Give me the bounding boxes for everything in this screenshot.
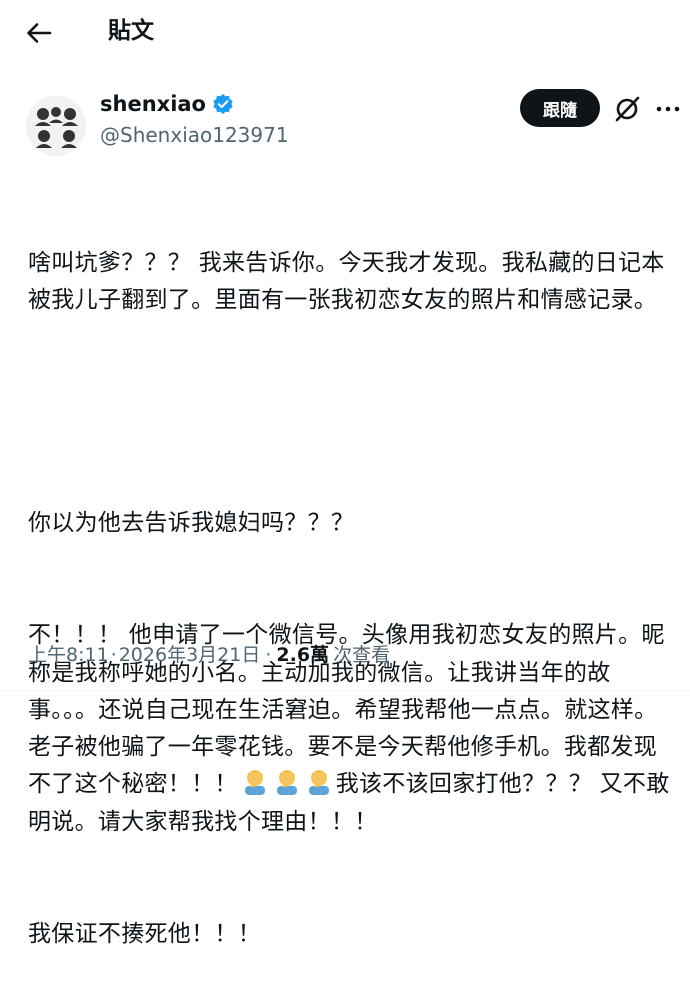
facepalm-icon [276,770,297,796]
views-count[interactable]: 2.6萬 [276,640,329,670]
post-time[interactable]: 上午8:11 [28,640,109,670]
meta-separator: · [110,644,117,666]
avatar[interactable] [26,96,86,156]
post-paragraph: 啥叫坑爹？？？ 我来告诉你。今天我才发现。我私藏的日记本被我儿子翻到了。里面有一… [28,249,665,313]
more-horizontal-icon [656,106,680,112]
verified-badge-icon [213,94,233,114]
grok-button[interactable] [611,93,643,125]
follow-button[interactable]: 跟隨 [520,89,600,127]
post-meta: 上午8:11 · 2026年3月21日 · 2.6萬 次查看 [28,640,390,670]
facepalm-icon [244,770,265,796]
post-date[interactable]: 2026年3月21日 [119,640,261,670]
post-line: 我保证不揍死他！！！ [28,920,261,947]
author-handle[interactable]: @Shenxiao123971 [100,121,289,149]
emoji-group [241,767,333,796]
meta-separator: · [265,644,272,666]
grok-icon [615,96,640,122]
page-title: 貼文 [108,18,154,44]
facepalm-icon [308,770,329,796]
post-line: 你以为他去告诉我媳妇吗？？？ [28,510,355,537]
top-bar: 貼文 [0,0,690,66]
author-display-name: shenxiao [100,92,206,116]
more-options-button[interactable] [652,93,684,125]
arrow-left-icon [27,23,52,43]
author-name[interactable]: shenxiao [100,89,234,119]
views-label: 次查看 [333,644,391,666]
back-button[interactable] [22,16,56,50]
post-text: 啥叫坑爹？？？ 我来告诉你。今天我才发现。我私藏的日记本被我儿子翻到了。里面有一… [28,170,673,990]
divider [0,690,690,691]
